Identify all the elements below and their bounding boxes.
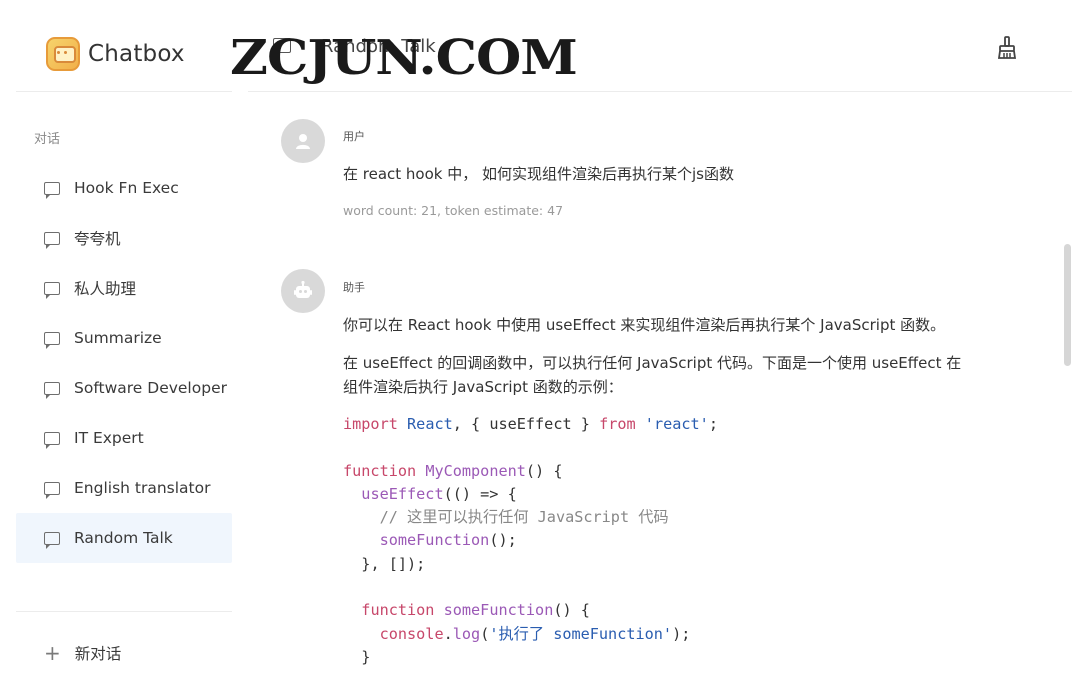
conversation-list: Hook Fn Exec 夸夸机 私人助理 Summarize Software… — [16, 163, 232, 563]
assistant-paragraph: 组件渲染后执行 JavaScript 函数的示例： — [343, 378, 623, 396]
chat-bubble-icon — [44, 231, 60, 249]
code-token: function — [361, 601, 435, 620]
code-token: log — [452, 624, 481, 643]
code-token: from — [599, 415, 636, 433]
chatbox-logo-icon — [46, 37, 80, 71]
conversation-item[interactable]: English translator — [16, 463, 232, 513]
watermark-text: ZCJUN.COM — [230, 30, 578, 87]
code-token: , { useEffect } — [452, 415, 600, 433]
code-token: . — [443, 624, 453, 643]
plus-icon: + — [44, 641, 61, 665]
code-token: () { — [525, 461, 563, 480]
code-token: import — [343, 415, 398, 433]
conversation-label: 夸夸机 — [74, 230, 121, 248]
code-token: 'react' — [644, 415, 709, 433]
conversation-item[interactable]: 私人助理 — [16, 263, 232, 313]
new-chat-button[interactable]: + 新对话 — [44, 642, 121, 664]
conversation-label: Software Developer — [74, 379, 227, 397]
code-token: (() => { — [443, 484, 517, 503]
conversation-label: 私人助理 — [74, 280, 137, 298]
conversation-item-active[interactable]: Random Talk — [16, 513, 232, 563]
code-token: function — [343, 461, 417, 480]
assistant-role-label: 助手 — [343, 281, 365, 294]
chat-bubble-icon — [44, 381, 60, 399]
conversation-item[interactable]: Hook Fn Exec — [16, 163, 232, 213]
divider — [16, 91, 232, 92]
chat-bubble-icon — [44, 181, 60, 199]
code-token: } — [361, 647, 371, 666]
code-token: }, []); — [361, 554, 426, 573]
code-token: someFunction — [443, 601, 554, 620]
clean-broom-icon[interactable] — [996, 36, 1018, 60]
assistant-paragraph: 在 useEffect 的回调函数中，可以执行任何 JavaScript 代码。… — [343, 354, 962, 372]
code-token: useEffect — [361, 484, 444, 503]
chat-bubble-icon — [44, 281, 60, 299]
user-avatar-icon — [281, 119, 325, 163]
chat-bubble-icon — [44, 331, 60, 349]
code-token: '执行了 someFunction' — [489, 624, 673, 643]
assistant-paragraph: 你可以在 React hook 中使用 useEffect 来实现组件渲染后再执… — [343, 316, 946, 334]
code-token: (); — [489, 531, 517, 550]
conversation-item[interactable]: Software Developer — [16, 363, 232, 413]
conversation-label: Random Talk — [74, 529, 173, 547]
code-token: console — [379, 624, 444, 643]
conversation-item[interactable]: Summarize — [16, 313, 232, 363]
user-role-label: 用户 — [343, 130, 365, 143]
message-meta: word count: 21, token estimate: 47 — [343, 203, 564, 218]
code-token: MyComponent — [425, 461, 526, 480]
assistant-avatar-icon — [281, 269, 325, 313]
code-token: ); — [672, 624, 691, 643]
conversation-label: Summarize — [74, 329, 162, 347]
app-name: Chatbox — [88, 41, 185, 67]
chat-bubble-icon — [44, 481, 60, 499]
chat-bubble-icon — [44, 531, 60, 549]
chatbox-app: Chatbox 对话 Hook Fn Exec 夸夸机 私人助理 Summari… — [0, 0, 1088, 687]
code-token: React — [407, 415, 453, 433]
divider — [16, 611, 232, 612]
conversation-item[interactable]: IT Expert — [16, 413, 232, 463]
code-token: someFunction — [379, 531, 490, 550]
conversation-label: Hook Fn Exec — [74, 179, 179, 197]
conversation-item[interactable]: 夸夸机 — [16, 213, 232, 263]
code-comment: // 这里可以执行任何 JavaScript 代码 — [379, 508, 669, 527]
code-token: ( — [480, 624, 490, 643]
conversation-label: IT Expert — [74, 429, 144, 447]
conversations-section-label: 对话 — [34, 132, 61, 147]
sidebar: Chatbox 对话 Hook Fn Exec 夸夸机 私人助理 Summari… — [0, 0, 248, 687]
user-message-text: 在 react hook 中， 如何实现组件渲染后再执行某个js函数 — [343, 165, 734, 183]
scrollbar-thumb[interactable] — [1064, 244, 1071, 366]
new-chat-label: 新对话 — [74, 645, 122, 663]
code-token: () { — [553, 601, 590, 620]
conversation-label: English translator — [74, 479, 211, 497]
code-block: import React, { useEffect } from 'react'… — [343, 413, 718, 669]
chat-bubble-icon — [44, 431, 60, 449]
brand: Chatbox — [46, 36, 185, 72]
code-token: ; — [708, 415, 718, 433]
